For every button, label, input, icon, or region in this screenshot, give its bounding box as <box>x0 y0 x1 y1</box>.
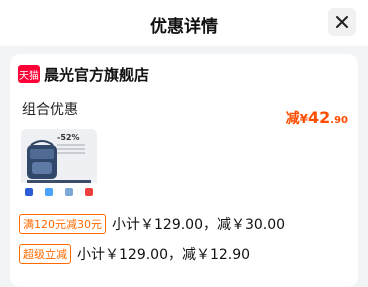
currency-symbol: ¥ <box>299 112 309 126</box>
tmall-badge: 天猫 <box>18 65 40 83</box>
close-button[interactable] <box>328 8 356 36</box>
promo-row: 超级立减 小计￥129.00，减￥12.90 <box>19 243 250 265</box>
promo-subtotal: 小计￥129.00，减￥30.00 <box>112 217 286 233</box>
content-area: 天猫 晨光官方旗舰店 组合优惠 减 ¥ 42 .90 -52% 满120元减30… <box>0 46 368 287</box>
brand-logo-icon <box>85 188 93 196</box>
product-info: -52% <box>57 133 95 169</box>
promo-tag: 超级立减 <box>19 244 71 264</box>
brand-logos <box>25 187 93 197</box>
amount-integer: 42 <box>308 108 331 127</box>
promo-subtotal: 小计￥129.00，减￥12.90 <box>77 247 251 263</box>
brand-logo-icon <box>25 188 33 196</box>
brand-logo-icon <box>45 188 53 196</box>
product-thumbnail[interactable]: -52% <box>21 129 97 199</box>
discount-label: 减 <box>285 111 300 127</box>
store-header[interactable]: 天猫 晨光官方旗舰店 <box>18 64 149 84</box>
close-icon <box>336 16 348 28</box>
modal-header: 优惠详情 <box>0 0 368 46</box>
modal-title: 优惠详情 <box>150 17 218 37</box>
amount-decimal: .90 <box>330 115 348 126</box>
combo-discount-amount: 减 ¥ 42 .90 <box>286 108 348 128</box>
product-discount-badge: -52% <box>57 133 80 142</box>
store-name: 晨光官方旗舰店 <box>44 65 150 84</box>
brand-logo-icon <box>65 188 73 196</box>
promo-row: 满120元减30元 小计￥129.00，减￥30.00 <box>19 213 285 235</box>
promo-card: 天猫 晨光官方旗舰店 组合优惠 减 ¥ 42 .90 -52% 满120元减30… <box>10 54 358 287</box>
promo-tag: 满120元减30元 <box>19 214 106 234</box>
combo-discount-title: 组合优惠 <box>22 102 78 118</box>
